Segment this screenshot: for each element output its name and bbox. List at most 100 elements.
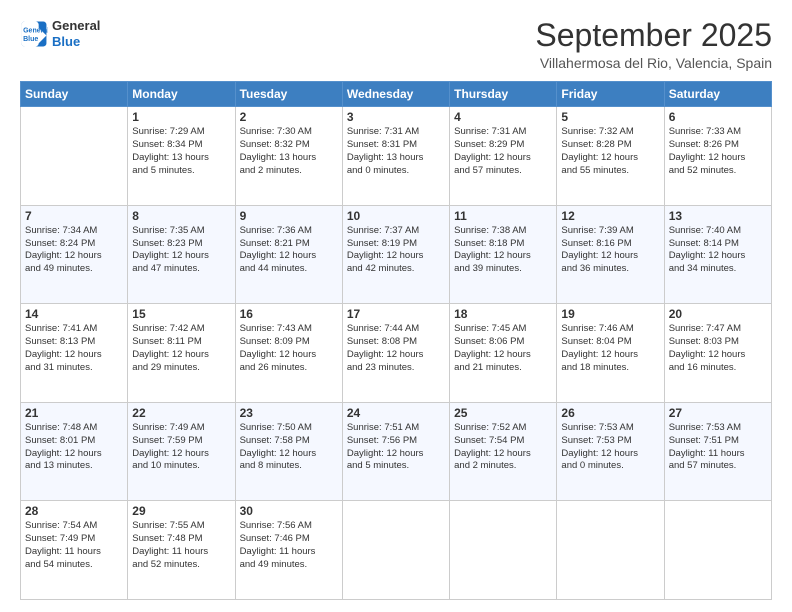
day-number: 10 [347, 209, 445, 223]
calendar-cell: 12 Sunrise: 7:39 AM Sunset: 8:16 PM Dayli… [557, 205, 664, 304]
day-info: Sunrise: 7:36 AM Sunset: 8:21 PM Dayligh… [240, 225, 338, 276]
day-number: 22 [132, 406, 230, 420]
calendar-cell: 14Sunrise: 7:41 AM Sunset: 8:13 PM Dayli… [21, 304, 128, 403]
day-info: Sunrise: 7:48 AM Sunset: 8:01 PM Dayligh… [25, 422, 123, 473]
day-info: Sunrise: 7:39 AM Sunset: 8:16 PM Dayligh… [561, 225, 659, 276]
calendar-cell [557, 501, 664, 600]
day-info: Sunrise: 7:29 AM Sunset: 8:34 PM Dayligh… [132, 126, 230, 177]
calendar-cell: 18 Sunrise: 7:45 AM Sunset: 8:06 PM Dayli… [450, 304, 557, 403]
col-header-friday: Friday [557, 82, 664, 107]
day-info: Sunrise: 7:37 AM Sunset: 8:19 PM Dayligh… [347, 225, 445, 276]
day-number: 26 [561, 406, 659, 420]
calendar-cell: 20Sunrise: 7:47 AM Sunset: 8:03 PM Dayli… [664, 304, 771, 403]
calendar-cell: 16 Sunrise: 7:43 AM Sunset: 8:09 PM Dayli… [235, 304, 342, 403]
day-info: Sunrise: 7:56 AM Sunset: 7:46 PM Dayligh… [240, 520, 338, 571]
day-number: 7 [25, 209, 123, 223]
day-number: 1 [132, 110, 230, 124]
calendar-cell: 15Sunrise: 7:42 AM Sunset: 8:11 PM Dayli… [128, 304, 235, 403]
col-header-saturday: Saturday [664, 82, 771, 107]
day-number: 9 [240, 209, 338, 223]
day-number: 13 [669, 209, 767, 223]
day-info: Sunrise: 7:54 AM Sunset: 7:49 PM Dayligh… [25, 520, 123, 571]
day-number: 15 [132, 307, 230, 321]
col-header-wednesday: Wednesday [342, 82, 449, 107]
day-number: 21 [25, 406, 123, 420]
calendar-cell: 5 Sunrise: 7:32 AM Sunset: 8:28 PM Daylig… [557, 107, 664, 206]
logo-text: GeneralBlue [52, 18, 100, 49]
col-header-sunday: Sunday [21, 82, 128, 107]
svg-text:General: General [23, 27, 48, 34]
day-number: 25 [454, 406, 552, 420]
day-info: Sunrise: 7:34 AM Sunset: 8:24 PM Dayligh… [25, 225, 123, 276]
day-number: 28 [25, 504, 123, 518]
calendar-week-row: 14Sunrise: 7:41 AM Sunset: 8:13 PM Dayli… [21, 304, 772, 403]
calendar-week-row: 7 Sunrise: 7:34 AM Sunset: 8:24 PM Daylig… [21, 205, 772, 304]
calendar-cell: 9 Sunrise: 7:36 AM Sunset: 8:21 PM Daylig… [235, 205, 342, 304]
calendar-cell: 21 Sunrise: 7:48 AM Sunset: 8:01 PM Dayli… [21, 402, 128, 501]
col-header-monday: Monday [128, 82, 235, 107]
header: General Blue GeneralBlue September 2025 … [20, 18, 772, 71]
calendar-cell [21, 107, 128, 206]
calendar-cell: 13 Sunrise: 7:40 AM Sunset: 8:14 PM Dayli… [664, 205, 771, 304]
logo-icon: General Blue [20, 20, 48, 48]
day-number: 27 [669, 406, 767, 420]
title-block: September 2025 Villahermosa del Rio, Val… [535, 18, 772, 71]
day-info: Sunrise: 7:45 AM Sunset: 8:06 PM Dayligh… [454, 323, 552, 374]
day-info: Sunrise: 7:53 AM Sunset: 7:53 PM Dayligh… [561, 422, 659, 473]
day-info: Sunrise: 7:43 AM Sunset: 8:09 PM Dayligh… [240, 323, 338, 374]
calendar-cell: 28 Sunrise: 7:54 AM Sunset: 7:49 PM Dayli… [21, 501, 128, 600]
day-number: 30 [240, 504, 338, 518]
day-number: 18 [454, 307, 552, 321]
subtitle: Villahermosa del Rio, Valencia, Spain [535, 55, 772, 71]
page: General Blue GeneralBlue September 2025 … [0, 0, 792, 612]
day-number: 11 [454, 209, 552, 223]
calendar-cell: 10 Sunrise: 7:37 AM Sunset: 8:19 PM Dayli… [342, 205, 449, 304]
calendar-table: SundayMondayTuesdayWednesdayThursdayFrid… [20, 81, 772, 600]
day-number: 12 [561, 209, 659, 223]
calendar-cell: 27Sunrise: 7:53 AM Sunset: 7:51 PM Dayli… [664, 402, 771, 501]
day-info: Sunrise: 7:40 AM Sunset: 8:14 PM Dayligh… [669, 225, 767, 276]
col-header-tuesday: Tuesday [235, 82, 342, 107]
calendar-cell [342, 501, 449, 600]
calendar-cell: 23Sunrise: 7:50 AM Sunset: 7:58 PM Dayli… [235, 402, 342, 501]
day-number: 29 [132, 504, 230, 518]
day-number: 14 [25, 307, 123, 321]
day-info: Sunrise: 7:47 AM Sunset: 8:03 PM Dayligh… [669, 323, 767, 374]
day-number: 17 [347, 307, 445, 321]
logo: General Blue GeneralBlue [20, 18, 100, 49]
calendar-cell [664, 501, 771, 600]
calendar-cell: 17 Sunrise: 7:44 AM Sunset: 8:08 PM Dayli… [342, 304, 449, 403]
day-info: Sunrise: 7:31 AM Sunset: 8:29 PM Dayligh… [454, 126, 552, 177]
day-info: Sunrise: 7:55 AM Sunset: 7:48 PM Dayligh… [132, 520, 230, 571]
day-number: 2 [240, 110, 338, 124]
calendar-cell: 8Sunrise: 7:35 AM Sunset: 8:23 PM Daylig… [128, 205, 235, 304]
calendar-cell: 26 Sunrise: 7:53 AM Sunset: 7:53 PM Dayli… [557, 402, 664, 501]
calendar-cell: 29 Sunrise: 7:55 AM Sunset: 7:48 PM Dayli… [128, 501, 235, 600]
day-info: Sunrise: 7:51 AM Sunset: 7:56 PM Dayligh… [347, 422, 445, 473]
day-number: 23 [240, 406, 338, 420]
day-info: Sunrise: 7:49 AM Sunset: 7:59 PM Dayligh… [132, 422, 230, 473]
day-number: 6 [669, 110, 767, 124]
calendar-cell: 7 Sunrise: 7:34 AM Sunset: 8:24 PM Daylig… [21, 205, 128, 304]
calendar-cell: 24Sunrise: 7:51 AM Sunset: 7:56 PM Dayli… [342, 402, 449, 501]
day-info: Sunrise: 7:44 AM Sunset: 8:08 PM Dayligh… [347, 323, 445, 374]
day-number: 8 [132, 209, 230, 223]
calendar-cell: 22 Sunrise: 7:49 AM Sunset: 7:59 PM Dayli… [128, 402, 235, 501]
day-info: Sunrise: 7:32 AM Sunset: 8:28 PM Dayligh… [561, 126, 659, 177]
svg-text:Blue: Blue [23, 36, 38, 43]
day-info: Sunrise: 7:30 AM Sunset: 8:32 PM Dayligh… [240, 126, 338, 177]
calendar-week-row: 1 Sunrise: 7:29 AM Sunset: 8:34 PM Daylig… [21, 107, 772, 206]
day-info: Sunrise: 7:38 AM Sunset: 8:18 PM Dayligh… [454, 225, 552, 276]
calendar-cell: 6Sunrise: 7:33 AM Sunset: 8:26 PM Daylig… [664, 107, 771, 206]
calendar-cell: 11 Sunrise: 7:38 AM Sunset: 8:18 PM Dayli… [450, 205, 557, 304]
day-number: 16 [240, 307, 338, 321]
calendar-cell [450, 501, 557, 600]
calendar-cell: 3Sunrise: 7:31 AM Sunset: 8:31 PM Daylig… [342, 107, 449, 206]
calendar-cell: 30 Sunrise: 7:56 AM Sunset: 7:46 PM Dayli… [235, 501, 342, 600]
calendar-cell: 4Sunrise: 7:31 AM Sunset: 8:29 PM Daylig… [450, 107, 557, 206]
day-number: 5 [561, 110, 659, 124]
day-info: Sunrise: 7:52 AM Sunset: 7:54 PM Dayligh… [454, 422, 552, 473]
day-number: 3 [347, 110, 445, 124]
calendar-header-row: SundayMondayTuesdayWednesdayThursdayFrid… [21, 82, 772, 107]
calendar-week-row: 28 Sunrise: 7:54 AM Sunset: 7:49 PM Dayli… [21, 501, 772, 600]
